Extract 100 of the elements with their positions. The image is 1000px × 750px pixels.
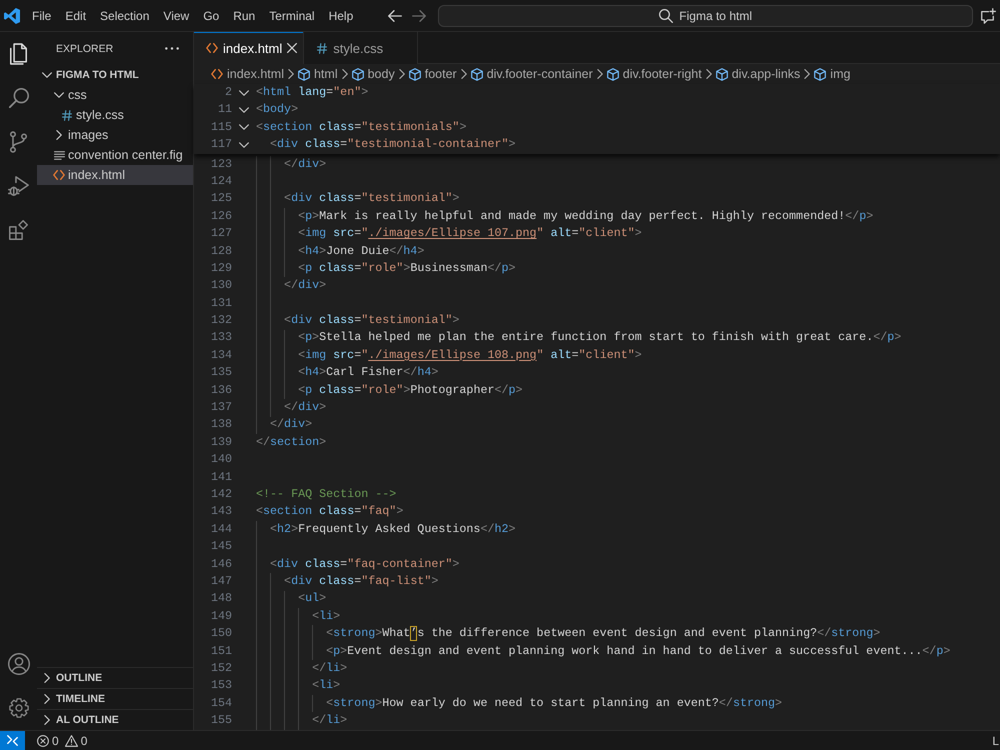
line-number: 134 <box>210 346 232 364</box>
line-number: 117 <box>210 136 232 154</box>
close-icon[interactable] <box>287 43 298 53</box>
code-line: <p>Stella helped me plan the entire function from start to finish with great care.</p> <box>298 329 902 346</box>
line-number: 148 <box>210 590 232 608</box>
code-line: <ul> <box>298 590 326 608</box>
chat-sparkle-icon[interactable] <box>981 8 996 24</box>
code-line: <img src="./images/Ellipse 108.png" alt="client"> <box>298 346 642 364</box>
command-center[interactable]: Figma to html <box>438 4 973 26</box>
line-number: 124 <box>210 172 232 190</box>
chevron-down-icon[interactable] <box>239 142 249 148</box>
cube-icon <box>716 68 728 80</box>
line-number: 131 <box>210 294 232 312</box>
cube-icon <box>470 68 483 80</box>
tab[interactable]: index.html <box>194 32 304 64</box>
tree-root[interactable]: FIGMA TO HTML <box>37 65 193 85</box>
breadcrumb-item[interactable]: html <box>298 67 338 81</box>
section-header[interactable]: OUTLINE <box>37 667 193 688</box>
line-number: 125 <box>210 190 232 208</box>
code-line: <html lang="en"> <box>256 84 368 101</box>
code-line: <li> <box>312 677 340 694</box>
menu-item[interactable]: File <box>25 6 58 26</box>
code-line: <!-- FAQ Section --> <box>256 486 396 503</box>
line-number: 153 <box>210 677 232 694</box>
line-number: 152 <box>210 660 232 677</box>
tree-item[interactable]: index.html <box>37 165 193 185</box>
code-line: <strong>How early do we need to start planning an event?</strong> <box>326 694 782 712</box>
line-number: 133 <box>210 329 232 346</box>
chevron-down-icon[interactable] <box>239 124 249 130</box>
code-line: <p>Event design and event planning work hand in hand to deliver a successful event...</p> <box>326 642 950 660</box>
code-line: <p class="role">Businessman</p> <box>298 260 516 277</box>
breadcrumb-item[interactable]: index.html <box>211 67 284 81</box>
line-number: 146 <box>210 556 232 573</box>
remote-icon <box>7 735 18 746</box>
code-line: <body> <box>256 101 298 118</box>
chevron-right-icon <box>460 69 467 79</box>
code-line: <p class="role">Photographer</p> <box>298 382 523 399</box>
line-number: 144 <box>210 520 232 538</box>
code-line: <strong>What’s the difference between event design and event planning?</strong> <box>326 625 880 642</box>
line-number: 115 <box>210 118 232 136</box>
menu-item[interactable]: Help <box>322 6 360 26</box>
line-number: 145 <box>210 538 232 556</box>
branch-icon[interactable] <box>10 131 27 153</box>
tree-item[interactable]: css <box>37 85 193 105</box>
breadcrumb-item[interactable]: div.app-links <box>716 67 800 81</box>
chevron-down-icon[interactable] <box>239 107 249 114</box>
app-logo-icon <box>4 8 20 24</box>
code-line: <p>Mark is really helpful and made my wedding day perfect. Highly recommended!</p> <box>298 208 874 225</box>
menu-item[interactable]: Go <box>196 6 226 26</box>
chevron-down-icon[interactable] <box>239 90 249 96</box>
line-number: 155 <box>210 712 232 730</box>
settings-icon[interactable] <box>8 698 28 718</box>
remote-button[interactable] <box>0 731 25 750</box>
files-icon[interactable] <box>10 43 27 65</box>
line-number: 142 <box>210 486 232 503</box>
breadcrumb-item[interactable]: div.footer-container <box>470 67 593 81</box>
code-brackets-icon <box>53 170 65 180</box>
search-icon[interactable] <box>8 88 28 108</box>
section-header[interactable]: TIMELINE <box>37 688 193 709</box>
code-brackets-icon <box>206 43 218 53</box>
problems-button[interactable]: 0 0 <box>33 731 98 750</box>
code-line: <section class="faq"> <box>256 503 404 520</box>
tree-item[interactable]: convention center.fig <box>37 145 193 165</box>
menu-item[interactable]: View <box>156 6 196 26</box>
breadcrumb-item[interactable]: img <box>814 67 850 81</box>
line-number: 139 <box>210 434 232 451</box>
code-line: <div class="testimonial-container"> <box>270 136 516 154</box>
code-line: </li> <box>312 712 348 730</box>
chevron-right-icon <box>398 69 405 79</box>
tree-item[interactable]: style.css <box>37 105 193 125</box>
line-number: 126 <box>210 208 232 225</box>
code-line: <h2>Frequently Asked Questions</h2> <box>270 520 516 538</box>
play-bug-icon[interactable] <box>8 176 29 196</box>
code-line: </div> <box>284 277 326 294</box>
menu-item[interactable]: Edit <box>58 6 94 26</box>
arrow-left-icon[interactable] <box>388 10 402 22</box>
line-number: 135 <box>210 364 232 382</box>
cube-icon <box>352 68 364 80</box>
code-brackets-icon <box>211 69 223 79</box>
breadcrumb-item[interactable]: footer <box>408 67 457 81</box>
cube-icon <box>814 68 826 80</box>
ellipsis-icon[interactable] <box>165 47 179 50</box>
line-number: 129 <box>210 260 232 277</box>
warning-icon <box>64 734 78 746</box>
menu-item[interactable]: Run <box>226 6 262 26</box>
code-line: </section> <box>256 434 326 451</box>
breadcrumb-item[interactable]: div.footer-right <box>606 67 702 81</box>
person-icon[interactable] <box>8 653 30 675</box>
tree-item[interactable]: images <box>37 125 193 145</box>
blocks-icon[interactable] <box>9 220 28 240</box>
line-number: 11 <box>216 101 232 118</box>
line-number: 137 <box>210 399 232 416</box>
line-number: 147 <box>210 572 232 590</box>
status-item[interactable]: L <box>992 734 999 748</box>
menu-item[interactable]: Terminal <box>262 6 322 26</box>
breadcrumb-item[interactable]: body <box>352 67 395 81</box>
indent-guide <box>312 694 314 712</box>
code-line: <h4>Carl Fisher</h4> <box>298 364 438 382</box>
search-icon <box>659 8 674 22</box>
menu-item[interactable]: Selection <box>93 6 156 26</box>
